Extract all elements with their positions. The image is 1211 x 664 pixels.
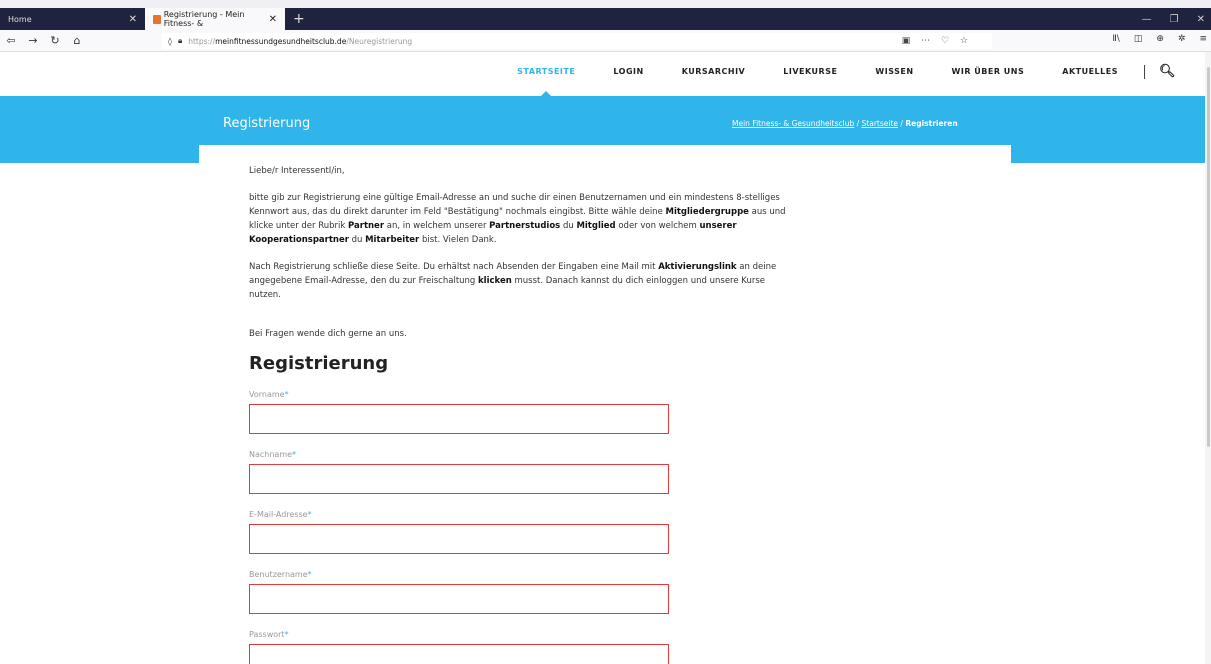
tab-label: Home xyxy=(8,14,32,24)
benutzername-field[interactable] xyxy=(249,584,669,614)
close-icon[interactable]: ✕ xyxy=(129,14,137,25)
breadcrumb-start-link[interactable]: Startseite xyxy=(862,119,898,128)
menu-aktuelles[interactable]: AKTUELLES xyxy=(1062,67,1118,76)
breadcrumb-home-link[interactable]: Mein Fitness- & Gesundheitsclub xyxy=(732,119,854,128)
questions-text: Bei Fragen wende dich gerne an uns. xyxy=(249,329,407,339)
activation-paragraph: Nach Registrierung schließe diese Seite.… xyxy=(249,262,777,300)
menu-divider xyxy=(1143,64,1145,79)
minimize-icon[interactable]: — xyxy=(1142,14,1152,25)
tab-registrierung[interactable]: Registrierung - Mein Fitness- & ✕ xyxy=(145,8,285,30)
site-menu: STARTSEITE LOGIN KURSARCHIV LIVEKURSE WI… xyxy=(0,52,1211,97)
nachname-field[interactable] xyxy=(249,464,669,494)
page-title: Registrierung xyxy=(223,116,311,131)
toolbar-icons: Ⅱ\ ◫ ⊕ ✲ ≡ xyxy=(1112,34,1207,44)
web-page: STARTSEITE LOGIN KURSARCHIV LIVEKURSE WI… xyxy=(0,52,1211,664)
close-icon[interactable]: ✕ xyxy=(269,14,277,25)
scrollbar-thumb[interactable] xyxy=(1207,67,1210,447)
extension-icon[interactable]: ⊕ xyxy=(1156,34,1164,44)
back-icon[interactable]: ⇦ xyxy=(2,34,20,47)
passwort-label: Passwort* xyxy=(249,630,289,639)
benutzername-label: Benutzername* xyxy=(249,570,312,579)
addon-icon[interactable]: ✲ xyxy=(1178,34,1186,44)
breadcrumb-current: Registrieren xyxy=(905,119,958,128)
page-scrollbar[interactable] xyxy=(1205,52,1211,664)
top-strip xyxy=(0,0,1211,8)
url-text: https://meinfitnessundgesundheitsclub.de… xyxy=(188,36,413,46)
menu-wir-ueber-uns[interactable]: WIR ÜBER UNS xyxy=(952,67,1025,76)
library-icon[interactable]: Ⅱ\ xyxy=(1112,34,1119,44)
forward-icon[interactable]: → xyxy=(24,34,42,47)
form-title: Registrierung xyxy=(249,353,389,374)
passwort-field[interactable] xyxy=(249,644,669,664)
shield-icon: ◊ xyxy=(168,36,172,46)
new-tab-button[interactable]: + xyxy=(285,8,313,30)
search-icon[interactable]: 🔍︎ xyxy=(1159,64,1176,79)
menu-livekurse[interactable]: LIVEKURSE xyxy=(783,67,837,76)
email-field[interactable] xyxy=(249,524,669,554)
tab-bar: Home ✕ Registrierung - Mein Fitness- & ✕… xyxy=(0,8,1211,30)
tab-label: Registrierung - Mein Fitness- & xyxy=(163,10,245,28)
close-window-icon[interactable]: ✕ xyxy=(1197,14,1205,25)
menu-kursarchiv[interactable]: KURSARCHIV xyxy=(682,67,746,76)
menu-wissen[interactable]: WISSEN xyxy=(875,67,913,76)
sidebar-icon[interactable]: ◫ xyxy=(1134,34,1143,44)
url-actions[interactable]: ▣ ⋯ ♡ ☆ xyxy=(902,36,972,46)
greeting-text: Liebe/r InteressentI/in, xyxy=(249,166,345,176)
nachname-label: Nachname* xyxy=(249,450,297,459)
menu-startseite[interactable]: STARTSEITE xyxy=(517,67,575,97)
window-controls: — ❐ ✕ xyxy=(1142,8,1205,30)
intro-paragraph: bitte gib zur Registrierung eine gültige… xyxy=(249,193,786,245)
restore-icon[interactable]: ❐ xyxy=(1170,14,1179,25)
content-card: Liebe/r InteressentI/in, bitte gib zur R… xyxy=(199,145,1011,664)
nav-bar: ⇦ → ↻ ⌂ ◊ 🔒︎ https://meinfitnessundgesun… xyxy=(0,30,1211,52)
reload-icon[interactable]: ↻ xyxy=(46,34,64,47)
vorname-field[interactable] xyxy=(249,404,669,434)
tab-home[interactable]: Home ✕ xyxy=(0,8,145,30)
home-icon[interactable]: ⌂ xyxy=(68,34,86,47)
vorname-label: Vorname* xyxy=(249,390,289,399)
site-favicon-icon xyxy=(153,14,161,24)
url-bar[interactable]: ◊ 🔒︎ https://meinfitnessundgesundheitscl… xyxy=(162,33,992,49)
menu-icon[interactable]: ≡ xyxy=(1199,34,1207,44)
breadcrumb: Mein Fitness- & Gesundheitsclub / Starts… xyxy=(732,119,958,128)
lock-icon: 🔒︎ xyxy=(177,36,183,45)
email-label: E-Mail-Adresse* xyxy=(249,510,312,519)
menu-login[interactable]: LOGIN xyxy=(613,67,643,76)
